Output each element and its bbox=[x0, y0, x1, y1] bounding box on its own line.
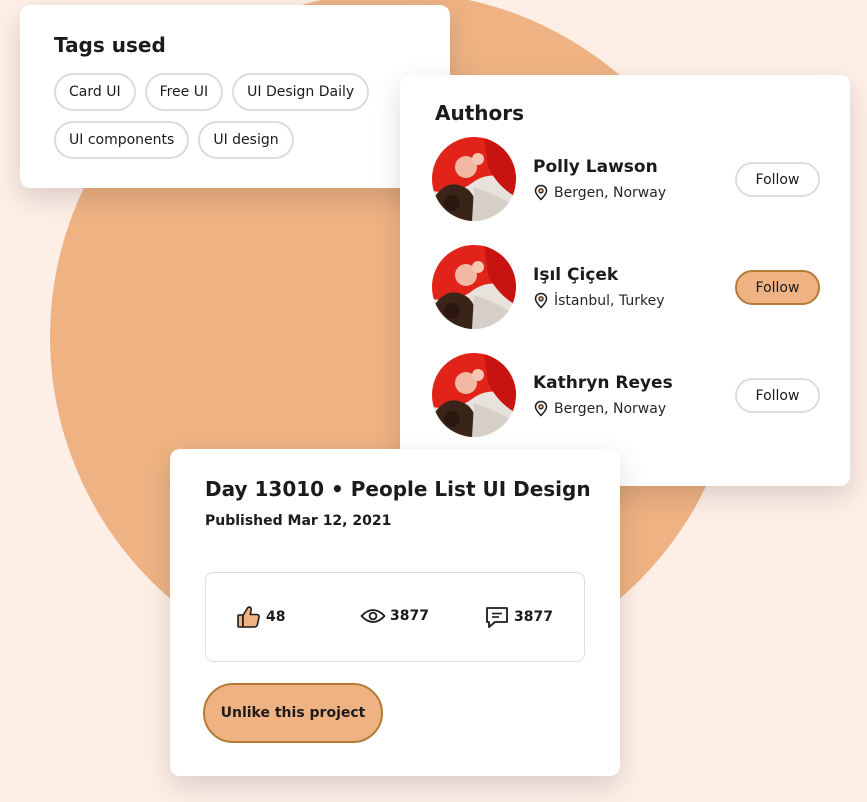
tag-card-ui[interactable]: Card UI bbox=[54, 73, 136, 111]
map-pin-icon bbox=[534, 184, 548, 201]
tag-free-ui[interactable]: Free UI bbox=[144, 73, 224, 111]
follow-button[interactable]: Follow bbox=[735, 378, 820, 413]
comments-stat: 3877 bbox=[484, 605, 553, 629]
project-card: Day 13010 • People List UI Design Publis… bbox=[170, 449, 620, 776]
comments-count: 3877 bbox=[514, 609, 553, 625]
views-stat: 3877 bbox=[360, 605, 429, 627]
author-item: Kathryn Reyes Bergen, Norway Follow bbox=[432, 353, 820, 461]
views-count: 3877 bbox=[390, 608, 429, 624]
map-pin-icon bbox=[534, 400, 548, 417]
author-location: Bergen, Norway bbox=[533, 400, 666, 417]
author-item: Polly Lawson Bergen, Norway Follow bbox=[432, 137, 820, 245]
avatar bbox=[432, 245, 516, 329]
avatar bbox=[432, 137, 516, 221]
tag-ui-components[interactable]: UI components bbox=[54, 121, 190, 159]
tag-ui-design[interactable]: UI design bbox=[198, 121, 294, 159]
eye-icon bbox=[360, 609, 386, 623]
tag-ui-design-daily[interactable]: UI Design Daily bbox=[232, 73, 370, 111]
map-pin-icon bbox=[534, 292, 548, 309]
author-location: Bergen, Norway bbox=[533, 184, 666, 201]
project-stats: 48 3877 3877 bbox=[205, 572, 585, 662]
avatar bbox=[432, 353, 516, 437]
author-name: Kathryn Reyes bbox=[533, 373, 673, 393]
author-name: Polly Lawson bbox=[533, 157, 658, 177]
authors-card: Authors Polly Lawson Bergen, Norway Foll… bbox=[400, 75, 850, 486]
comment-icon bbox=[486, 607, 508, 628]
tags-card-title: Tags used bbox=[54, 33, 166, 57]
project-published-date: Published Mar 12, 2021 bbox=[205, 513, 392, 529]
author-list: Polly Lawson Bergen, Norway Follow Işıl … bbox=[432, 137, 820, 461]
thumbs-up-icon bbox=[237, 606, 260, 628]
likes-count: 48 bbox=[266, 609, 286, 625]
follow-button[interactable]: Follow bbox=[735, 270, 820, 305]
authors-card-title: Authors bbox=[435, 101, 525, 125]
author-location-text: Bergen, Norway bbox=[554, 400, 667, 417]
project-title: Day 13010 • People List UI Design bbox=[205, 477, 591, 501]
author-location-text: İstanbul, Turkey bbox=[554, 292, 665, 309]
tags-list: Card UI Free UI UI Design Daily UI compo… bbox=[54, 73, 416, 159]
author-location-text: Bergen, Norway bbox=[554, 184, 667, 201]
author-item: Işıl Çiçek İstanbul, Turkey Follow bbox=[432, 245, 820, 353]
likes-stat: 48 bbox=[236, 605, 285, 629]
author-name: Işıl Çiçek bbox=[533, 265, 619, 285]
unlike-project-button[interactable]: Unlike this project bbox=[203, 683, 383, 743]
follow-button[interactable]: Follow bbox=[735, 162, 820, 197]
author-location: İstanbul, Turkey bbox=[533, 292, 664, 309]
tags-card: Tags used Card UI Free UI UI Design Dail… bbox=[20, 5, 450, 188]
